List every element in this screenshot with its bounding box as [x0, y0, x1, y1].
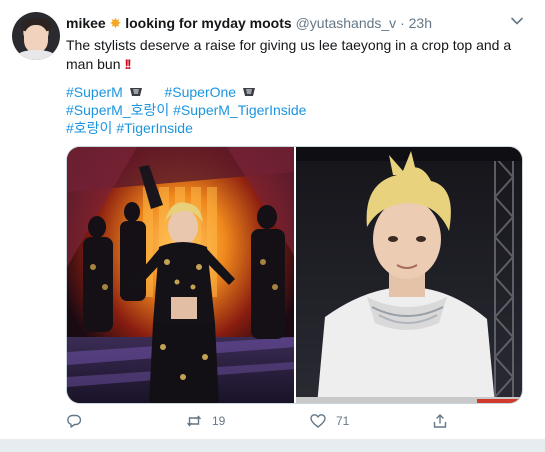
double-exclamation-emoji: !!: [124, 56, 131, 72]
tweet-text-body: The stylists deserve a raise for giving …: [66, 37, 512, 72]
media-divider: [294, 147, 296, 403]
separator-dot: ·: [400, 15, 405, 31]
hashtag-block: #SuperM #SuperOne #SuperM_호랑이 #SuperM_Ti…: [66, 83, 526, 137]
like-count: 71: [336, 414, 350, 428]
hashtag-link[interactable]: #SuperM: [66, 84, 123, 100]
avatar[interactable]: [12, 12, 60, 60]
share-icon: [433, 414, 447, 428]
media-grid: [66, 146, 523, 404]
reply-icon: [67, 414, 82, 428]
action-bar: 19 71: [62, 410, 462, 432]
avatar-shoulder: [16, 50, 56, 60]
like-button[interactable]: 71: [310, 410, 349, 432]
hashtag-link[interactable]: #호랑이: [66, 120, 112, 136]
tweet-header: mikee ✸ looking for myday moots @yutasha…: [66, 14, 526, 34]
timestamp[interactable]: 23h: [409, 15, 432, 31]
tweet-text: The stylists deserve a raise for giving …: [66, 36, 526, 74]
reply-button[interactable]: [66, 410, 92, 432]
heart-icon: [310, 414, 326, 428]
retweet-button[interactable]: 19: [186, 410, 225, 432]
display-name-suffix[interactable]: looking for myday moots: [125, 15, 291, 31]
display-name[interactable]: mikee: [66, 15, 106, 31]
hashtag-link[interactable]: #TigerInside: [116, 120, 193, 136]
chevron-down-icon[interactable]: [510, 14, 524, 28]
photo-stage-icon[interactable]: [67, 147, 295, 404]
retweet-icon: [186, 415, 202, 427]
retweet-count: 19: [212, 414, 226, 428]
hashtag-row: #호랑이 #TigerInside: [66, 119, 526, 137]
hashtag-row: #SuperM #SuperOne: [66, 83, 526, 101]
hashtag-link[interactable]: #SuperM_TigerInside: [173, 102, 306, 118]
hashtag-link[interactable]: #SuperOne: [164, 84, 236, 100]
star-emoji-icon: ✸: [109, 15, 122, 31]
hashflag-icon: [242, 88, 255, 96]
avatar-face: [24, 25, 48, 53]
timeline-separator: [0, 440, 545, 452]
hashflag-icon: [129, 88, 142, 96]
share-button[interactable]: [432, 410, 448, 432]
user-handle[interactable]: @yutashands_v: [296, 15, 397, 31]
tweet-card[interactable]: mikee ✸ looking for myday moots @yutasha…: [0, 0, 545, 440]
photo-closeup-icon[interactable]: [296, 147, 523, 404]
hashtag-row: #SuperM_호랑이 #SuperM_TigerInside: [66, 101, 526, 119]
hashtag-link[interactable]: #SuperM_호랑이: [66, 102, 169, 118]
